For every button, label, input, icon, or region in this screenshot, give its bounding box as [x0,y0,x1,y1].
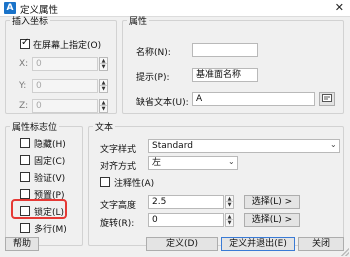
close-button[interactable]: 关闭 [298,237,344,251]
default-input[interactable]: A [192,92,315,106]
rotation-spinner[interactable]: ▲ ▼ [225,213,234,227]
attribute-legend: 属性 [129,17,148,27]
prompt-label: 提示(P): [136,73,170,83]
select-rotation-button[interactable]: 选择(L) > [244,213,300,227]
define-attribute-dialog: 插入坐标 在屏幕上指定(O) X: 0 ▲▼ Y: 0 ▲▼ Z: 0 ▲▼ 属… [0,14,350,257]
prompt-input[interactable]: 基准面名称 [192,68,258,82]
down-arrow-icon[interactable]: ▼ [100,64,107,70]
app-icon: A [4,2,16,14]
insert-point-legend: 插入坐标 [12,17,49,27]
down-arrow-icon[interactable]: ▼ [226,220,233,226]
constant-checkbox[interactable] [20,155,30,165]
resize-grip[interactable] [341,248,349,256]
text-height-label: 文字高度 [100,201,137,211]
verify-label: 验证(V) [34,174,66,184]
x-spinner[interactable]: ▲ ▼ [99,57,108,71]
help-button[interactable]: 帮助 [5,237,39,251]
y-spinner[interactable]: ▲ ▼ [99,79,108,93]
tag-input[interactable] [192,43,258,57]
lock-highlight-box [11,199,67,219]
define-button[interactable]: 定义(D) [146,237,218,251]
constant-label: 固定(C) [34,157,66,167]
verify-checkbox[interactable] [20,172,30,182]
close-icon[interactable]: ✕ [335,1,344,14]
preset-checkbox[interactable] [20,189,30,199]
z-label: Z: [19,101,29,111]
y-label: Y: [19,81,27,91]
z-spinner[interactable]: ▲ ▼ [99,99,108,113]
y-field[interactable]: 0 [32,79,98,93]
chevron-down-icon[interactable]: ⌄ [228,157,235,166]
multiline-label: 多行(M) [34,225,67,235]
select-height-button[interactable]: 选择(L) > [244,195,300,209]
text-height-input[interactable]: 2.5 [148,195,224,209]
down-arrow-icon[interactable]: ▼ [100,86,107,92]
field-icon [322,94,332,102]
text-height-spinner[interactable]: ▲ ▼ [225,195,234,209]
down-arrow-icon[interactable]: ▼ [226,202,233,208]
insert-field-button[interactable] [319,92,335,106]
on-screen-label: 在屏幕上指定(O) [33,41,102,51]
justify-select[interactable]: 左 [148,156,238,170]
x-field[interactable]: 0 [32,57,98,71]
tag-label: 名称(N): [136,48,171,58]
text-style-label: 文字样式 [100,145,137,155]
z-field[interactable]: 0 [32,99,98,113]
annotative-label: 注释性(A) [114,179,155,189]
justify-label: 对齐方式 [100,162,137,172]
default-label: 缺省文本(U): [136,98,189,108]
text-legend: 文本 [95,123,114,133]
x-label: X: [19,59,29,69]
down-arrow-icon[interactable]: ▼ [100,106,107,112]
modes-legend: 属性标志位 [12,123,58,133]
text-style-select[interactable]: Standard [148,139,340,153]
define-and-exit-button[interactable]: 定义并退出(E) [221,237,295,251]
chevron-down-icon[interactable]: ⌄ [330,140,337,149]
rotation-label: 旋转(R): [100,219,135,229]
multiline-checkbox[interactable] [20,223,30,233]
on-screen-checkbox[interactable] [20,37,30,49]
invisible-label: 隐藏(H) [34,140,66,150]
invisible-checkbox[interactable] [20,138,30,148]
rotation-input[interactable]: 0 [148,213,224,227]
annotative-checkbox[interactable] [100,177,110,187]
